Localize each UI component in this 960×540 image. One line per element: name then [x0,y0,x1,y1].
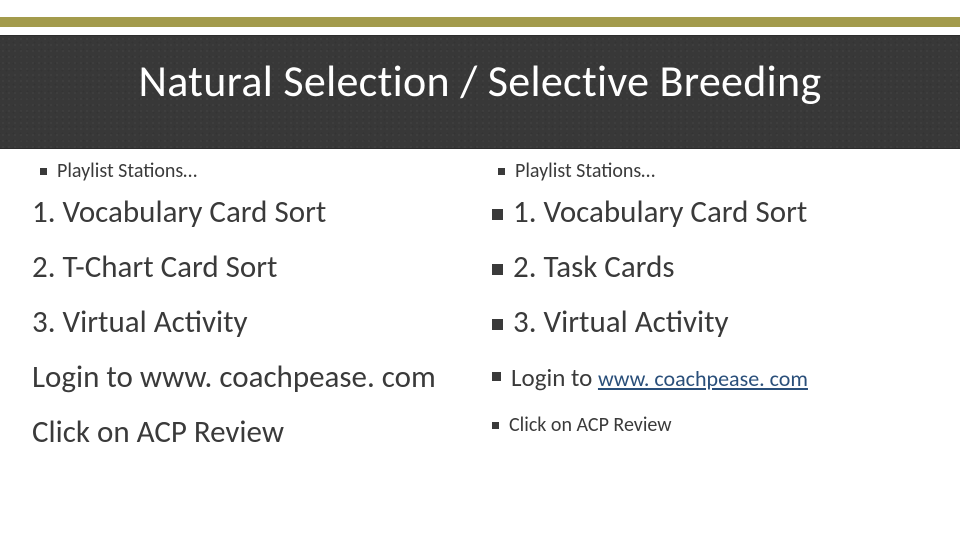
square-bullet-icon [492,422,499,429]
content-area: Playlist Stations… 1. Vocabulary Card So… [32,155,928,540]
right-login-prefix: Login to [511,362,598,393]
right-login-wrap: Login to www. coachpease. com [511,362,808,393]
left-column: Playlist Stations… 1. Vocabulary Card So… [32,155,484,540]
right-item-1: 1. Vocabulary Card Sort [490,197,928,228]
left-item-2: 2. T-Chart Card Sort [32,252,470,283]
coachpease-link[interactable]: www. coachpease. com [598,365,808,392]
left-item-login: Login to www. coachpease. com [32,362,470,393]
slide-title: Natural Selection / Selective Breeding [0,54,960,108]
left-header-line: Playlist Stations… [32,159,470,183]
title-region: Natural Selection / Selective Breeding [0,35,960,149]
right-column: Playlist Stations… 1. Vocabulary Card So… [484,155,928,540]
right-login-line: Login to www. coachpease. com [490,362,928,393]
left-item-1: 1. Vocabulary Card Sort [32,197,470,228]
square-bullet-icon [498,168,505,175]
right-item-3-text: 3. Virtual Activity [513,307,729,338]
square-bullet-icon [40,168,47,175]
square-bullet-icon [492,209,503,220]
right-item-3: 3. Virtual Activity [490,307,928,338]
right-item-2-text: 2. Task Cards [513,252,674,283]
right-click-line: Click on ACP Review [490,413,928,437]
right-click-text: Click on ACP Review [509,413,672,437]
right-item-1-text: 1. Vocabulary Card Sort [513,197,807,228]
slide: Natural Selection / Selective Breeding P… [0,0,960,540]
square-bullet-icon [492,372,501,381]
left-item-3: 3. Virtual Activity [32,307,470,338]
accent-bar [0,17,960,27]
square-bullet-icon [492,319,503,330]
square-bullet-icon [492,264,503,275]
right-item-2: 2. Task Cards [490,252,928,283]
left-item-click: Click on ACP Review [32,417,470,448]
left-header-text: Playlist Stations… [57,159,197,183]
right-header-line: Playlist Stations… [490,159,928,183]
right-header-text: Playlist Stations… [515,159,655,183]
